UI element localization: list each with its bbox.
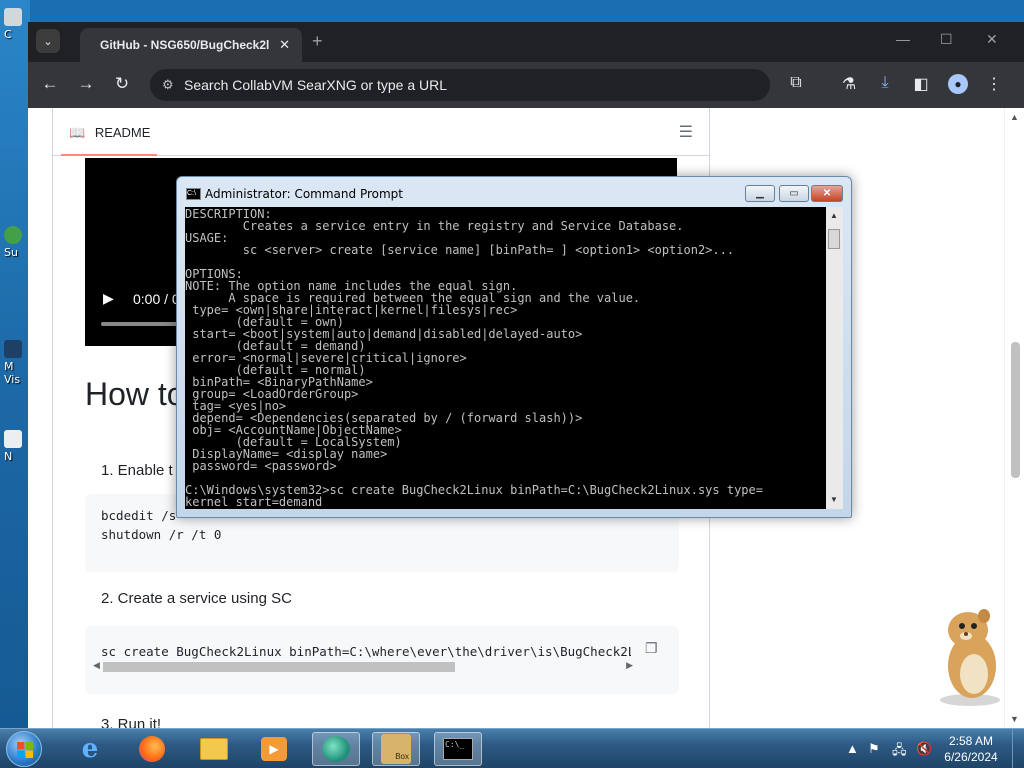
clock-date: 6/26/2024 bbox=[944, 750, 998, 764]
cmd-title: Administrator: Command Prompt bbox=[205, 187, 403, 201]
extensions-icon[interactable]: ⧉ bbox=[785, 74, 807, 92]
cmd-line: Creates a service entry in the registry … bbox=[185, 219, 684, 233]
cmd-minimize-button[interactable]: ▁ bbox=[745, 185, 775, 202]
desktop-icon-4[interactable]: N bbox=[4, 430, 28, 463]
cmd-scroll-up-icon[interactable]: ▲ bbox=[830, 211, 838, 220]
cmd-scroll-down-icon[interactable]: ▼ bbox=[830, 495, 838, 504]
profile-avatar[interactable]: ● bbox=[948, 74, 968, 94]
menu-icon[interactable]: ⋮ bbox=[983, 74, 1005, 94]
code-line: shutdown /r /t 0 bbox=[101, 527, 222, 542]
cmd-line bbox=[185, 256, 826, 268]
page-scrollbar-thumb[interactable] bbox=[1011, 342, 1020, 478]
readme-tab-label: README bbox=[94, 125, 151, 140]
action-center-flag-icon[interactable]: ⚑ bbox=[868, 741, 880, 757]
command-prompt-window[interactable]: C:\ Administrator: Command Prompt ▁ ▭ ✕ … bbox=[176, 176, 852, 518]
firefox-icon bbox=[139, 736, 165, 762]
volume-muted-icon[interactable]: 🔇 bbox=[916, 741, 932, 757]
clock-time: 2:58 AM bbox=[948, 734, 994, 748]
maximize-button[interactable]: ☐ bbox=[940, 31, 953, 48]
cmd-maximize-button[interactable]: ▭ bbox=[779, 185, 809, 202]
desktop-label-5: N bbox=[4, 450, 13, 463]
labs-icon[interactable]: ⚗ bbox=[838, 74, 860, 94]
desktop: C Su M Vis N bbox=[0, 0, 30, 728]
media-player-icon: ▶ bbox=[261, 737, 287, 761]
box-icon: Box bbox=[381, 734, 411, 764]
tab-strip: ⌄ GitHub - NSG650/BugCheck2l ✕ + — ☐ ✕ bbox=[28, 22, 1024, 62]
readme-tab[interactable]: 📖 README bbox=[69, 125, 150, 141]
hamster-mascot[interactable] bbox=[930, 604, 1010, 708]
show-desktop-button[interactable] bbox=[1012, 729, 1024, 768]
chevron-down-icon: ⌄ bbox=[43, 35, 53, 48]
desktop-label-3: M bbox=[4, 360, 14, 373]
step-2-text: 2. Create a service using SC bbox=[101, 590, 292, 607]
address-bar[interactable]: ⚙ Search CollabVM SearXNG or type a URL bbox=[150, 69, 770, 101]
internet-explorer-icon: e bbox=[81, 734, 99, 764]
scroll-left-icon[interactable]: ◀ bbox=[93, 660, 100, 671]
section-heading: How to bbox=[85, 376, 185, 412]
cmd-icon: C:\ bbox=[186, 188, 201, 200]
taskbar-bonzi-box[interactable]: Box bbox=[372, 732, 420, 766]
readme-header: 📖 README ☰ bbox=[53, 108, 709, 156]
folder-icon bbox=[200, 738, 228, 760]
close-window-button[interactable]: ✕ bbox=[986, 31, 998, 48]
site-info-icon[interactable]: ⚙ bbox=[162, 77, 174, 93]
scroll-right-icon[interactable]: ▶ bbox=[626, 660, 633, 671]
windows-logo-icon bbox=[17, 742, 33, 758]
scroll-down-icon[interactable]: ▼ bbox=[1010, 714, 1019, 724]
tab-search-button[interactable]: ⌄ bbox=[36, 29, 60, 53]
new-tab-button[interactable]: + bbox=[312, 31, 323, 52]
step-1-text: 1. Enable t bbox=[101, 462, 173, 479]
play-icon[interactable]: ▶ bbox=[103, 290, 114, 307]
cmd-line: kernel start=demand bbox=[185, 495, 323, 509]
cmd-line: password= <password> bbox=[185, 459, 337, 473]
desktop-icon-2[interactable]: Su bbox=[4, 226, 28, 259]
command-prompt-icon: C:\_ bbox=[443, 738, 473, 760]
desktop-icon-1[interactable]: C bbox=[4, 8, 28, 41]
system-clock[interactable]: 2:58 AM 6/26/2024 bbox=[944, 733, 998, 765]
taskbar: e ▶ Box C:\_ ▲ ⚑ 🖧 🔇 2:58 AM 6/26/2024 bbox=[0, 728, 1024, 768]
step-3-text: 3. Run it! bbox=[101, 716, 162, 728]
copy-icon[interactable]: ❐ bbox=[645, 640, 658, 657]
code-line: sc create BugCheck2Linux binPath=C:\wher… bbox=[101, 644, 631, 659]
cmd-console[interactable]: DESCRIPTION: Creates a service entry in … bbox=[185, 207, 826, 509]
code-horizontal-scrollbar[interactable]: ◀ ▶ bbox=[93, 660, 633, 672]
book-icon: 📖 bbox=[69, 125, 86, 140]
forward-icon[interactable]: → bbox=[75, 74, 97, 94]
cmd-line: sc <server> create [service name] [binPa… bbox=[185, 243, 735, 257]
side-panel-icon[interactable]: ◧ bbox=[910, 74, 932, 94]
taskbar-collabvm[interactable] bbox=[312, 732, 360, 766]
desktop-label-1: C bbox=[4, 28, 12, 41]
close-icon[interactable]: ✕ bbox=[279, 37, 290, 53]
collabvm-icon bbox=[322, 736, 350, 762]
desktop-label-2: Su bbox=[4, 246, 18, 259]
minimize-button[interactable]: — bbox=[896, 31, 910, 47]
cmd-scrollbar-thumb[interactable] bbox=[828, 229, 840, 249]
cmd-close-button[interactable]: ✕ bbox=[811, 185, 843, 202]
tab-title: GitHub - NSG650/BugCheck2l bbox=[100, 38, 270, 52]
show-hidden-icons[interactable]: ▲ bbox=[846, 741, 859, 756]
video-time: 0:00 / 0 bbox=[133, 291, 180, 307]
taskbar-file-explorer[interactable] bbox=[190, 732, 238, 766]
network-icon[interactable]: 🖧 bbox=[892, 741, 907, 763]
download-icon[interactable]: ⤓ bbox=[874, 74, 896, 92]
taskbar-internet-explorer[interactable]: e bbox=[66, 732, 114, 766]
taskbar-firefox[interactable] bbox=[128, 732, 176, 766]
readme-tab-underline bbox=[61, 154, 157, 156]
start-button[interactable] bbox=[6, 731, 42, 767]
cmd-scrollbar[interactable]: ▲ ▼ bbox=[826, 207, 843, 509]
scroll-up-icon[interactable]: ▲ bbox=[1010, 112, 1019, 122]
browser-toolbar: ← → ↻ ⚙ Search CollabVM SearXNG or type … bbox=[28, 62, 1024, 108]
outline-list-icon[interactable]: ☰ bbox=[679, 122, 693, 142]
desktop-label-4: Vis bbox=[4, 373, 21, 386]
back-icon[interactable]: ← bbox=[39, 74, 61, 94]
desktop-icon-3[interactable]: M Vis bbox=[4, 340, 28, 386]
reload-icon[interactable]: ↻ bbox=[111, 74, 133, 94]
address-text: Search CollabVM SearXNG or type a URL bbox=[184, 77, 447, 93]
taskbar-command-prompt[interactable]: C:\_ bbox=[434, 732, 482, 766]
scrollbar-thumb[interactable] bbox=[103, 662, 455, 672]
taskbar-media-player[interactable]: ▶ bbox=[250, 732, 298, 766]
tab-github[interactable]: GitHub - NSG650/BugCheck2l ✕ bbox=[80, 28, 302, 62]
